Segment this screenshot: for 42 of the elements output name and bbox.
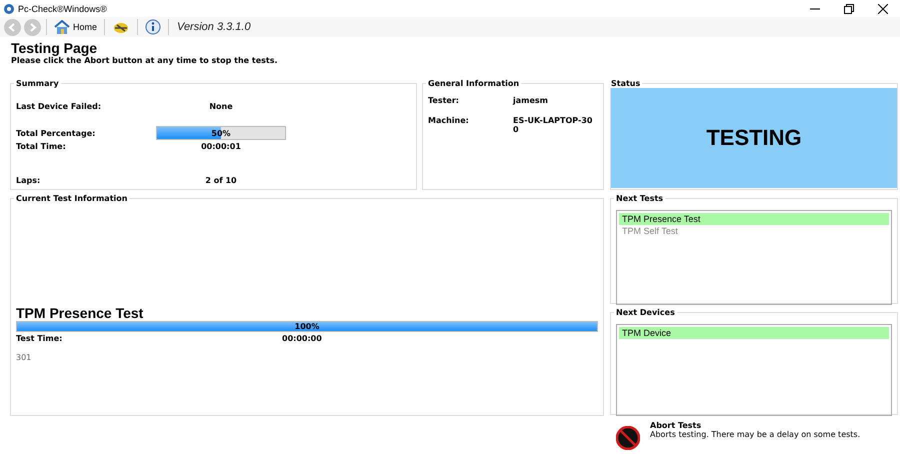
field-value: 00:00:00 xyxy=(282,334,323,343)
abort-button[interactable] xyxy=(616,426,640,450)
field-label: Last Device Failed: xyxy=(16,102,102,111)
list-item[interactable]: TPM Device xyxy=(619,327,889,339)
list-legend: Next Devices xyxy=(614,308,677,317)
field-label: Total Time: xyxy=(16,142,67,151)
field-label: Laps: xyxy=(16,176,42,185)
field-label: Total Percentage: xyxy=(16,128,96,138)
field-value: None xyxy=(208,102,234,111)
field-value: 00:00:01 xyxy=(200,142,242,151)
summary-legend: Summary xyxy=(14,79,61,88)
close-icon[interactable] xyxy=(878,4,888,14)
list-item[interactable]: TPM Presence Test xyxy=(619,213,889,225)
field-value: 2 of 10 xyxy=(204,176,238,185)
version-label: Version 3.3.1.0 xyxy=(177,21,251,33)
window-title: Pc-Check®Windows® xyxy=(18,4,107,14)
list-legend: Next Tests xyxy=(614,194,666,203)
progress-reading: 100% xyxy=(294,322,320,331)
field-label: Test Time: xyxy=(16,334,64,343)
field-label: Machine: xyxy=(428,116,470,127)
field-value: jamesm xyxy=(513,96,549,105)
instruction-text: Please click the Abort button at any time to stop the tests. xyxy=(11,56,279,65)
maximize-icon[interactable] xyxy=(844,4,854,14)
list-item[interactable]: TPM Self Test xyxy=(619,225,889,237)
test-code: 301 xyxy=(16,353,32,362)
test-name: TPM Presence Test xyxy=(16,305,144,321)
prohibited-icon xyxy=(616,426,640,450)
info-button[interactable] xyxy=(143,18,164,36)
general-information-legend: General Information xyxy=(426,79,522,88)
info-icon xyxy=(145,19,162,35)
status-legend: Status xyxy=(609,79,642,88)
home-button[interactable]: Home xyxy=(52,18,100,36)
current-test-legend: Current Test Information xyxy=(14,194,130,203)
field-label: Tester: xyxy=(428,96,460,105)
status-text: TESTING xyxy=(706,125,802,151)
field-value: ES-UK-LAPTOP-30 0 xyxy=(513,116,594,134)
house-icon xyxy=(54,20,70,34)
page-heading: Testing Page xyxy=(11,41,98,56)
abort-title: Abort Tests xyxy=(650,421,702,430)
bug-icon xyxy=(112,20,130,34)
app-logo-icon xyxy=(4,4,14,14)
abort-description: Aborts testing. There may be a delay on some tests. xyxy=(650,430,860,439)
